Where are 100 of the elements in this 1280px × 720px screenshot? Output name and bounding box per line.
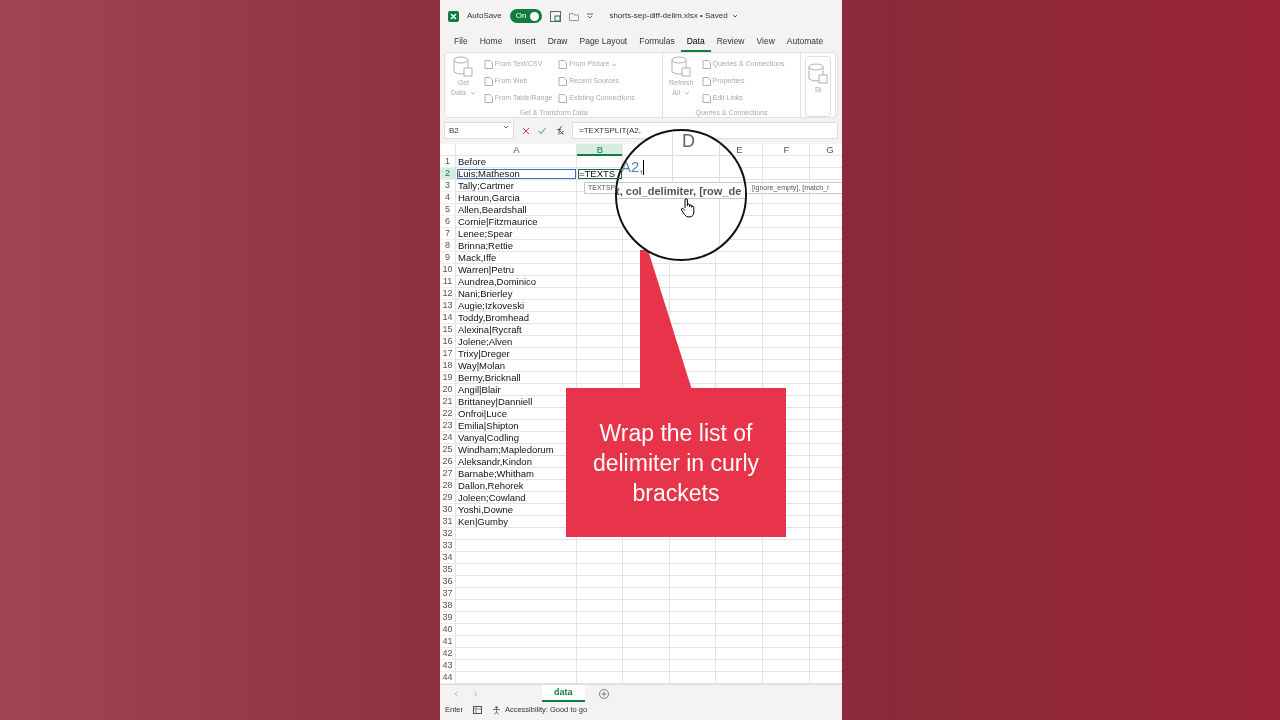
- row-number[interactable]: 5: [440, 204, 456, 216]
- database-icon: [453, 56, 474, 78]
- menu-tab[interactable]: Formulas: [633, 32, 681, 52]
- menu-tab[interactable]: Page Layout: [573, 32, 634, 52]
- row-number[interactable]: 33: [440, 540, 456, 552]
- caret-icon: [731, 14, 738, 18]
- row-number[interactable]: 39: [440, 612, 456, 624]
- menu-tab[interactable]: View: [750, 32, 781, 52]
- row-number[interactable]: 24: [440, 432, 456, 444]
- autosave-toggle[interactable]: On: [509, 9, 543, 23]
- row-number[interactable]: 41: [440, 636, 456, 648]
- table-cell-text: Dallon,Rehorek: [457, 480, 525, 492]
- database-icon: [671, 56, 692, 78]
- table-cell-text: Brittaney|Danniell: [457, 396, 534, 408]
- row-number[interactable]: 38: [440, 600, 456, 612]
- row-number[interactable]: 3: [440, 180, 456, 192]
- table-cell-text: Berny,Bricknall: [457, 372, 522, 384]
- row-number[interactable]: 19: [440, 372, 456, 384]
- table-cell-text: Barnabe;Whitham: [457, 468, 536, 480]
- row-number[interactable]: 12: [440, 288, 456, 300]
- table-cell-text: Toddy,Bromhead: [457, 312, 531, 324]
- table-cell-text: Trixy|Dreger: [457, 348, 511, 360]
- row-number[interactable]: 31: [440, 516, 456, 528]
- row-number[interactable]: 30: [440, 504, 456, 516]
- row-number[interactable]: 14: [440, 312, 456, 324]
- menu-tab[interactable]: Review: [710, 32, 751, 52]
- row-number[interactable]: 44: [440, 672, 456, 684]
- row-number[interactable]: 23: [440, 420, 456, 432]
- menu-tab[interactable]: Draw: [541, 32, 574, 52]
- row-number[interactable]: 13: [440, 300, 456, 312]
- menu-tab[interactable]: File: [448, 32, 474, 52]
- insert-function-icon[interactable]: [554, 126, 564, 135]
- cell-text: A2,: [621, 159, 644, 175]
- table-cell-text: Allen,Beardshall: [457, 204, 528, 216]
- callout-text: Wrap the list of delimiter in curly brackets: [591, 418, 761, 508]
- row-number[interactable]: 11: [440, 276, 456, 288]
- row-number[interactable]: 7: [440, 228, 456, 240]
- sheet-tab[interactable]: data: [542, 684, 585, 703]
- table-cell-text: Joleen;Cowland: [457, 492, 527, 504]
- row-number[interactable]: 6: [440, 216, 456, 228]
- database-icon: [808, 63, 828, 85]
- row-number[interactable]: 36: [440, 576, 456, 588]
- table-cell-text: Vanya|Codling: [457, 432, 520, 444]
- row-number[interactable]: 4: [440, 192, 456, 204]
- table-cell-text: Way|Molan: [457, 360, 506, 372]
- row-number[interactable]: 25: [440, 444, 456, 456]
- cell-edit-field[interactable]: =TEXTS: [577, 168, 623, 180]
- table-cell-text: Lenee;Spear: [457, 228, 514, 240]
- menu-tab[interactable]: Insert: [508, 32, 542, 52]
- row-number[interactable]: 22: [440, 408, 456, 420]
- row-number[interactable]: 2: [440, 168, 456, 180]
- row-number[interactable]: 17: [440, 348, 456, 360]
- table-cell-text: Tally;Cartmer: [457, 180, 515, 192]
- save-icon[interactable]: [550, 10, 562, 22]
- column-header[interactable]: G: [826, 144, 834, 155]
- column-header[interactable]: F: [783, 144, 790, 155]
- row-number[interactable]: 26: [440, 456, 456, 468]
- table-cell-text: Windham;Mapledorum: [457, 444, 555, 456]
- table-cell-text: Jolene;Alven: [457, 336, 514, 348]
- caret-icon: [611, 62, 618, 67]
- table-cell: Luis;Matheson: [456, 168, 577, 180]
- row-number[interactable]: 35: [440, 564, 456, 576]
- row-number[interactable]: 29: [440, 492, 456, 504]
- tooltip-text: t, col_delimiter, [row_de: [617, 184, 742, 198]
- accessibility-icon[interactable]: [491, 705, 501, 715]
- row-number[interactable]: 1: [440, 156, 456, 168]
- row-number[interactable]: 32: [440, 528, 456, 540]
- row-number[interactable]: 9: [440, 252, 456, 264]
- table-cell-text: Yoshi,Downe: [457, 504, 515, 516]
- row-number[interactable]: 21: [440, 396, 456, 408]
- table-cell-text: Angil|Blair: [457, 384, 502, 396]
- row-number[interactable]: 27: [440, 468, 456, 480]
- row-number[interactable]: 40: [440, 624, 456, 636]
- table-cell-text: Mack,Iffe: [457, 252, 498, 264]
- file-title[interactable]: shorts-sep-diff-delim.xlsx • Saved: [609, 10, 738, 22]
- row-number[interactable]: 10: [440, 264, 456, 276]
- row-number[interactable]: 28: [440, 480, 456, 492]
- customize-caret-icon[interactable]: [587, 13, 594, 19]
- row-number[interactable]: 37: [440, 588, 456, 600]
- row-number[interactable]: 15: [440, 324, 456, 336]
- sheet-view-icon[interactable]: [472, 706, 482, 714]
- name-box[interactable]: B2: [444, 122, 514, 139]
- row-number[interactable]: 42: [440, 648, 456, 660]
- column-header[interactable]: B: [577, 144, 623, 156]
- cancel-icon[interactable]: [522, 126, 530, 135]
- row-number[interactable]: 8: [440, 240, 456, 252]
- row-number[interactable]: 20: [440, 384, 456, 396]
- table-cell-text: Before: [457, 156, 487, 168]
- add-sheet-icon[interactable]: [598, 688, 609, 699]
- menu-tab[interactable]: Automate: [780, 32, 830, 52]
- row-number[interactable]: 18: [440, 360, 456, 372]
- column-header[interactable]: E: [736, 144, 743, 155]
- row-number[interactable]: 16: [440, 336, 456, 348]
- row-number[interactable]: 43: [440, 660, 456, 672]
- menu-tab[interactable]: Home: [473, 32, 509, 52]
- column-header[interactable]: A: [513, 144, 520, 155]
- row-number[interactable]: 34: [440, 552, 456, 564]
- folder-icon[interactable]: [569, 11, 580, 21]
- caret-icon: [503, 125, 509, 129]
- enter-check-icon[interactable]: [538, 126, 546, 135]
